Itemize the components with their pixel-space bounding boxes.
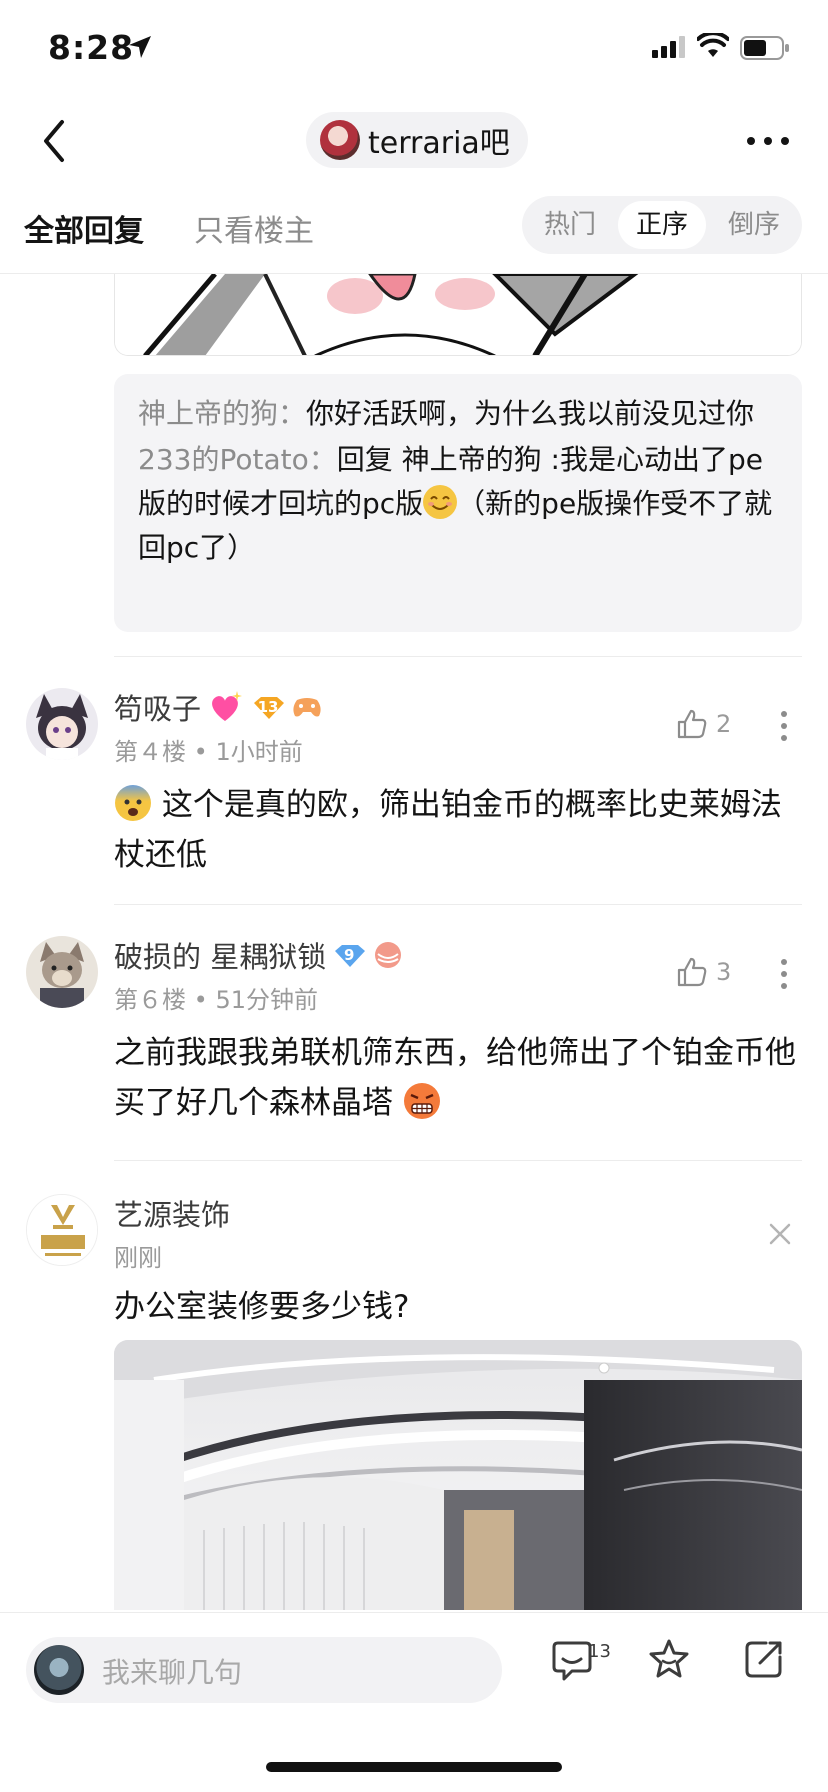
post-image-cropped[interactable]	[114, 274, 802, 356]
comment-menu-icon[interactable]	[780, 710, 788, 742]
gamepad-badge-icon	[293, 698, 321, 717]
level-badge-text: 13	[257, 698, 279, 716]
advertiser-name-text[interactable]: 艺源装饰	[114, 1192, 230, 1234]
home-indicator	[266, 1762, 562, 1772]
back-arrow-icon[interactable]	[40, 118, 70, 164]
level-badge-icon: 9	[332, 943, 366, 967]
more-options-icon[interactable]	[746, 136, 790, 146]
comment-meta: 第６楼 • 51分钟前	[114, 980, 318, 1015]
divider	[114, 656, 802, 657]
like-count: 3	[716, 958, 732, 986]
comment-text: 这个是真的欧，筛出铂金币的概率比史莱姆法杖还低	[114, 780, 804, 880]
sort-ascending[interactable]: 正序	[618, 201, 706, 249]
meta-separator: •	[193, 738, 216, 766]
tab-host-only[interactable]: 只看楼主	[194, 206, 314, 250]
comment-count-badge: 13	[588, 1641, 611, 1662]
sparkling-heart-icon	[212, 691, 243, 721]
status-time: 8:28	[48, 28, 135, 67]
ad-time: 刚刚	[114, 1244, 162, 1272]
comment-body: 这个是真的欧，筛出铂金币的概率比史莱姆法杖还低	[114, 787, 782, 873]
comment-input[interactable]: 我来聊几句	[26, 1637, 502, 1703]
sub-reply-box[interactable]: 神上帝的狗：你好活跃啊，为什么我以前没见过你 233的Potato：回复 神上帝…	[114, 374, 802, 632]
wifi-icon	[697, 33, 729, 57]
forum-pill[interactable]: terraria吧	[306, 112, 528, 168]
status-bar: 8:28	[0, 0, 828, 100]
signal-icon	[652, 36, 685, 58]
top-nav-bar: terraria吧	[0, 100, 828, 200]
sort-toggle: 热门 正序 倒序	[522, 196, 802, 254]
like-button[interactable]: 3	[676, 956, 731, 988]
level-badge-text: 9	[344, 946, 355, 964]
divider	[114, 904, 802, 905]
avatar[interactable]	[26, 936, 98, 1008]
location-arrow-icon	[129, 36, 151, 58]
floor-number: 第４楼	[114, 738, 186, 766]
forum-name: terraria吧	[368, 126, 510, 161]
like-button[interactable]: 2	[676, 708, 731, 740]
divider	[114, 1160, 802, 1161]
sub-reply-1: 神上帝的狗：你好活跃啊，为什么我以前没见过你	[138, 392, 778, 436]
like-count: 2	[716, 710, 732, 738]
grimacing-face-emoji-icon	[403, 1083, 440, 1119]
forum-avatar	[320, 120, 360, 160]
my-avatar	[34, 1645, 84, 1695]
ad-text: 办公室装修要多少钱?	[114, 1289, 410, 1325]
comment-time: 1小时前	[215, 738, 303, 766]
avatar[interactable]	[26, 688, 98, 760]
sub-reply-user[interactable]: 233的Potato：	[138, 443, 337, 476]
share-icon[interactable]	[742, 1637, 786, 1681]
advertiser-logo[interactable]	[26, 1194, 98, 1266]
smile-emoji-icon	[423, 485, 458, 519]
comment-time: 51分钟前	[215, 986, 318, 1014]
meta-separator: •	[193, 986, 216, 1014]
advertiser-name[interactable]: 艺源装饰	[114, 1192, 230, 1234]
sub-reply-user[interactable]: 神上帝的狗：	[138, 397, 306, 430]
thumbs-up-icon	[677, 709, 707, 739]
floor-number: 第６楼	[114, 986, 186, 1014]
comment-meta: 第４楼 • 1小时前	[114, 732, 303, 767]
star-favorite-icon[interactable]	[647, 1637, 691, 1681]
comment-menu-icon[interactable]	[780, 958, 788, 990]
battery-icon	[740, 36, 789, 60]
close-icon[interactable]	[768, 1222, 792, 1246]
level-badge-icon: 13	[251, 695, 285, 719]
tab-all-replies[interactable]: 全部回复	[24, 206, 144, 250]
comment-username[interactable]: 笱吸子 13	[114, 686, 323, 728]
comment-text: 之前我跟我弟联机筛东西，给他筛出了个铂金币他买了好几个森林晶塔	[114, 1028, 804, 1128]
sub-reply-2: 233的Potato：回复 神上帝的狗 :我是心动出了pe版的时候才回坑的pc版…	[138, 438, 778, 570]
comment-input-placeholder: 我来聊几句	[102, 1656, 243, 1689]
username-text[interactable]: 破损的 星耦狱锁	[114, 934, 326, 976]
ad-image[interactable]	[114, 1340, 802, 1610]
username-text[interactable]: 笱吸子	[114, 686, 201, 728]
fearful-face-emoji-icon	[115, 785, 151, 821]
mask-face-badge-icon	[375, 942, 402, 968]
thumbs-up-icon	[677, 957, 707, 987]
sort-descending[interactable]: 倒序	[710, 201, 798, 249]
reply-filter-bar: 全部回复 只看楼主 热门 正序 倒序	[0, 196, 828, 274]
sort-hot[interactable]: 热门	[526, 201, 614, 249]
sub-reply-text: 你好活跃啊，为什么我以前没见过你	[306, 397, 755, 430]
comment-body: 之前我跟我弟联机筛东西，给他筛出了个铂金币他买了好几个森林晶塔	[114, 1035, 796, 1121]
comment-username[interactable]: 破损的 星耦狱锁 9	[114, 934, 404, 976]
